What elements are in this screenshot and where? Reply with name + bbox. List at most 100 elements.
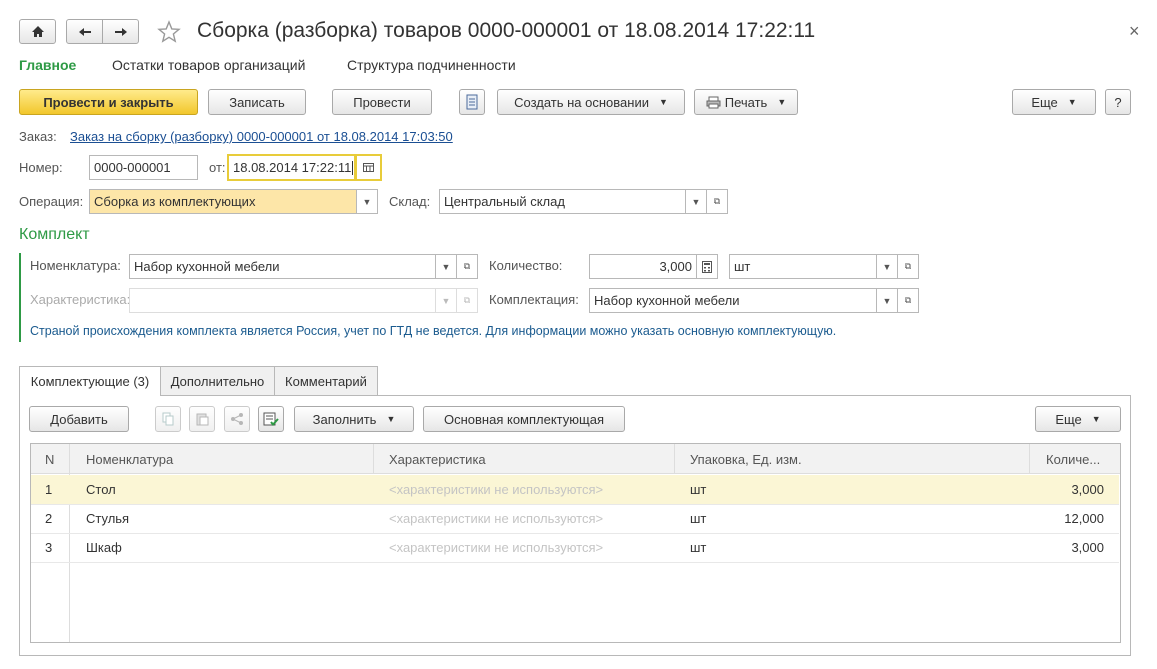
kit-note: Страной происхождения комплекта является… — [30, 324, 837, 338]
row-nomenclature: Стол — [86, 482, 116, 497]
nav-tab-structure[interactable]: Структура подчиненности — [347, 57, 516, 73]
print-button[interactable]: Печать ▼ — [694, 89, 798, 115]
operation-field[interactable]: Сборка из комплектующих — [89, 189, 357, 214]
post-button[interactable]: Провести — [332, 89, 432, 115]
calendar-button[interactable] — [356, 154, 382, 181]
calendar-icon — [363, 163, 374, 172]
characteristic-open-button: ⧉ — [456, 288, 478, 313]
column-header-n[interactable]: N — [45, 444, 54, 474]
open-link-icon: ⧉ — [904, 295, 912, 305]
main-component-label: Основная комплектующая — [444, 411, 604, 427]
copy-button[interactable] — [155, 406, 181, 432]
print-label: Печать — [724, 94, 768, 110]
row-unit: шт — [690, 511, 707, 526]
close-icon[interactable]: × — [1129, 21, 1140, 42]
chevron-down-icon: ▼ — [882, 261, 892, 272]
add-button[interactable]: Добавить — [29, 406, 129, 432]
more-button[interactable]: Еще ▼ — [1012, 89, 1096, 115]
number-label: Номер: — [19, 160, 63, 175]
copy-icon — [162, 412, 173, 426]
row-characteristic: <характеристики не используются> — [389, 482, 604, 497]
table-row[interactable]: 3 Шкаф <характеристики не используются> … — [31, 533, 1119, 563]
warehouse-field[interactable]: Центральный склад — [439, 189, 686, 214]
characteristic-field — [129, 288, 436, 313]
chevron-down-icon: ▼ — [1067, 97, 1077, 107]
chevron-down-icon: ▼ — [882, 295, 892, 306]
open-link-icon: ⧉ — [713, 196, 721, 206]
calculator-button[interactable] — [696, 254, 718, 279]
calculator-icon — [702, 260, 712, 273]
share-button[interactable] — [224, 406, 250, 432]
tab-components[interactable]: Комплектующие (3) — [19, 366, 161, 396]
column-header-quantity[interactable]: Количе... — [1046, 444, 1100, 474]
row-unit: шт — [690, 482, 707, 497]
save-label: Записать — [229, 94, 285, 110]
operation-label: Операция: — [19, 194, 84, 209]
order-link[interactable]: Заказ на сборку (разборку) 0000-000001 о… — [70, 129, 453, 144]
table-row[interactable]: 1 Стол <характеристики не используются> … — [31, 475, 1119, 505]
column-header-characteristic[interactable]: Характеристика — [389, 444, 486, 474]
unit-field[interactable]: шт — [729, 254, 877, 279]
row-quantity: 3,000 — [1071, 540, 1104, 555]
add-label: Добавить — [50, 411, 108, 427]
nomenclature-field[interactable]: Набор кухонной мебели — [129, 254, 436, 279]
open-link-icon: ⧉ — [463, 261, 471, 271]
chevron-down-icon: ▼ — [362, 196, 372, 207]
save-button[interactable]: Записать — [208, 89, 306, 115]
config-field[interactable]: Набор кухонной мебели — [589, 288, 877, 313]
nav-tab-balances[interactable]: Остатки товаров организаций — [112, 57, 305, 73]
back-button[interactable] — [66, 19, 103, 44]
table-row[interactable]: 2 Стулья <характеристики не используются… — [31, 504, 1119, 534]
paste-button[interactable] — [189, 406, 215, 432]
unit-open-button[interactable]: ⧉ — [897, 254, 919, 279]
row-number: 3 — [45, 540, 53, 555]
post-and-close-button[interactable]: Провести и закрыть — [19, 89, 198, 115]
post-and-close-label: Провести и закрыть — [43, 94, 174, 110]
nav-tab-main[interactable]: Главное — [19, 57, 76, 73]
operation-dropdown[interactable]: ▼ — [356, 189, 378, 214]
grid-more-button[interactable]: Еще ▼ — [1035, 406, 1121, 432]
config-open-button[interactable]: ⧉ — [897, 288, 919, 313]
tab-additional[interactable]: Дополнительно — [160, 366, 275, 395]
column-header-unit[interactable]: Упаковка, Ед. изм. — [690, 444, 802, 474]
fill-button[interactable]: Заполнить ▼ — [294, 406, 414, 432]
create-based-on-button[interactable]: Создать на основании ▼ — [497, 89, 685, 115]
row-quantity: 3,000 — [1071, 482, 1104, 497]
report-button[interactable] — [459, 89, 485, 115]
create-based-on-label: Создать на основании — [514, 94, 649, 110]
more-label: Еще — [1031, 94, 1058, 110]
number-field[interactable]: 0000-000001 — [89, 155, 198, 180]
characteristic-dropdown: ▼ — [435, 288, 457, 313]
order-label: Заказ: — [19, 129, 57, 144]
date-value: 18.08.2014 17:22:11 — [233, 160, 352, 175]
nomenclature-dropdown[interactable]: ▼ — [435, 254, 457, 279]
chevron-down-icon: ▼ — [386, 414, 396, 424]
main-component-button[interactable]: Основная комплектующая — [423, 406, 625, 432]
date-field[interactable]: 18.08.2014 17:22:11 — [227, 154, 356, 181]
row-quantity: 12,000 — [1064, 511, 1104, 526]
row-characteristic: <характеристики не используются> — [389, 511, 604, 526]
forward-button[interactable] — [102, 19, 139, 44]
row-number: 1 — [45, 482, 53, 497]
post-label: Провести — [353, 94, 411, 110]
warehouse-open-button[interactable]: ⧉ — [706, 189, 728, 214]
home-button[interactable] — [19, 19, 56, 44]
chevron-down-icon: ▼ — [691, 196, 701, 207]
check-list-button[interactable] — [258, 406, 284, 432]
favorite-star-icon[interactable] — [156, 19, 182, 45]
config-label: Комплектация: — [489, 292, 579, 307]
kit-title: Комплект — [19, 226, 90, 243]
help-label: ? — [1114, 94, 1122, 110]
open-link-icon: ⧉ — [463, 295, 471, 305]
unit-dropdown[interactable]: ▼ — [876, 254, 898, 279]
quantity-field[interactable]: 3,000 — [589, 254, 697, 279]
tab-comment[interactable]: Комментарий — [274, 366, 378, 395]
help-button[interactable]: ? — [1105, 89, 1131, 115]
warehouse-dropdown[interactable]: ▼ — [685, 189, 707, 214]
open-link-icon: ⧉ — [904, 261, 912, 271]
characteristic-label: Характеристика: — [30, 292, 131, 307]
config-dropdown[interactable]: ▼ — [876, 288, 898, 313]
nomenclature-open-button[interactable]: ⧉ — [456, 254, 478, 279]
chevron-down-icon: ▼ — [441, 295, 451, 306]
column-header-nomenclature[interactable]: Номенклатура — [86, 444, 173, 474]
